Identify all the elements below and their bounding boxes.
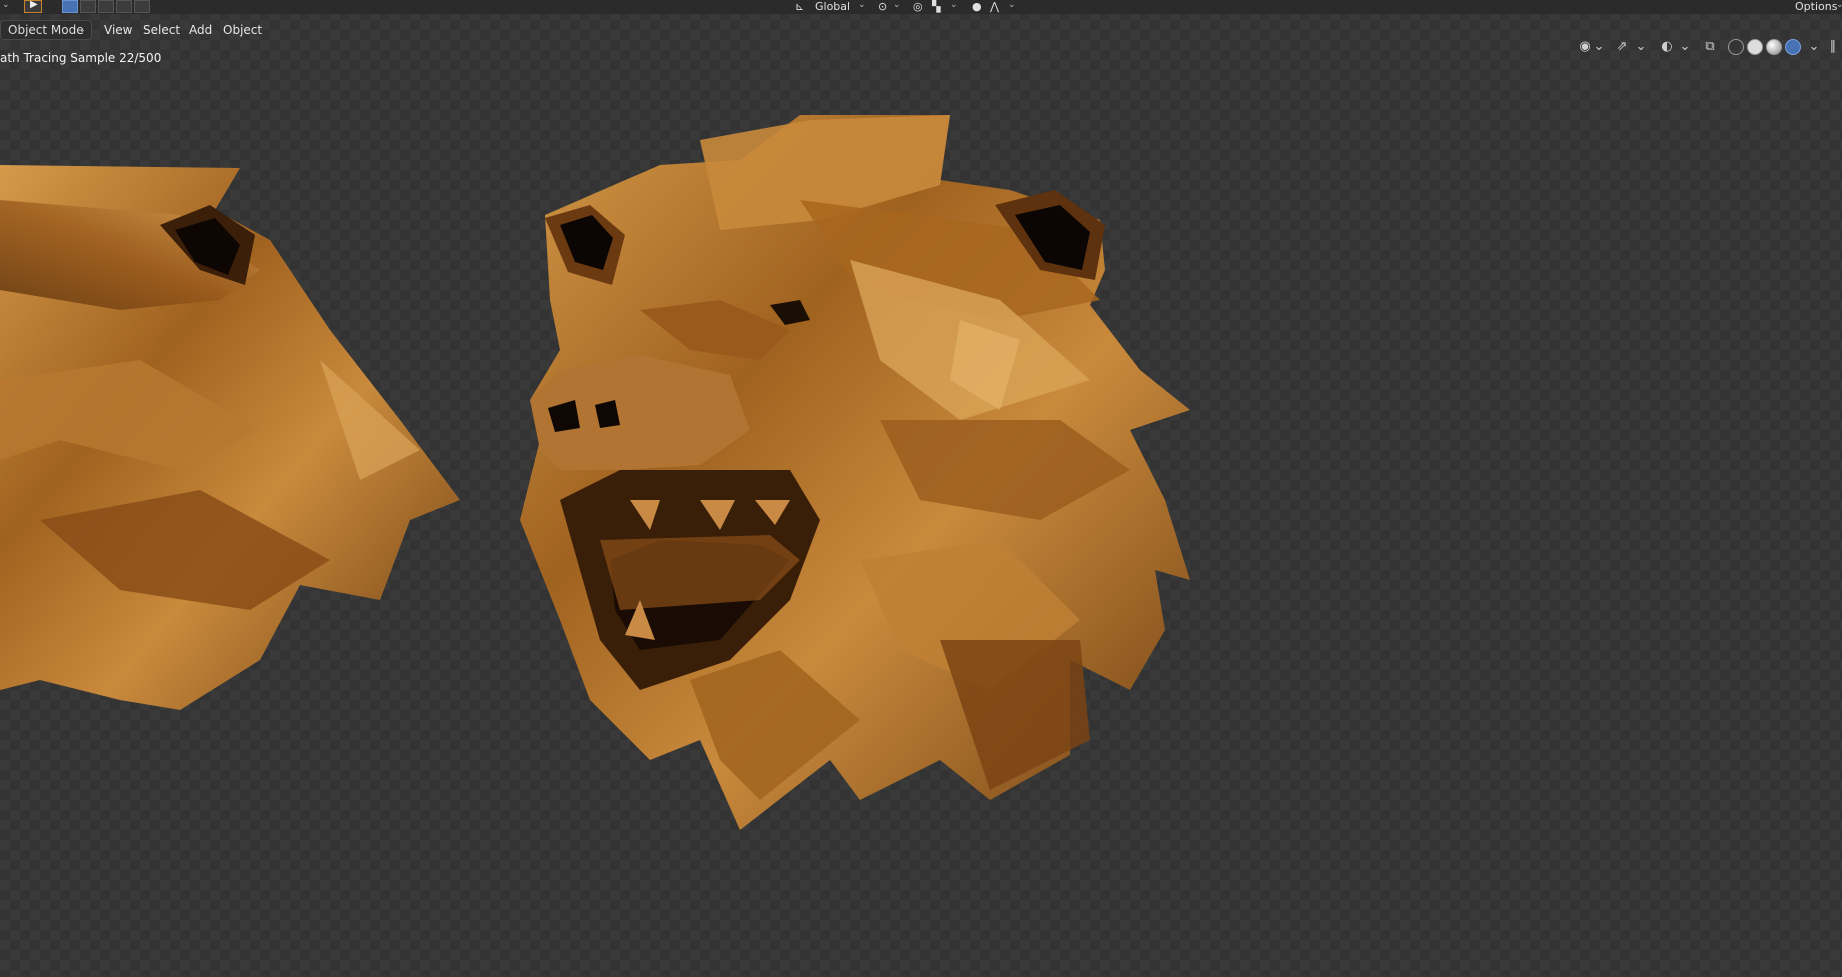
3d-viewport[interactable]: [0, 0, 1842, 977]
lion-head-left[interactable]: [0, 165, 460, 710]
lion-head-center[interactable]: [520, 115, 1190, 830]
